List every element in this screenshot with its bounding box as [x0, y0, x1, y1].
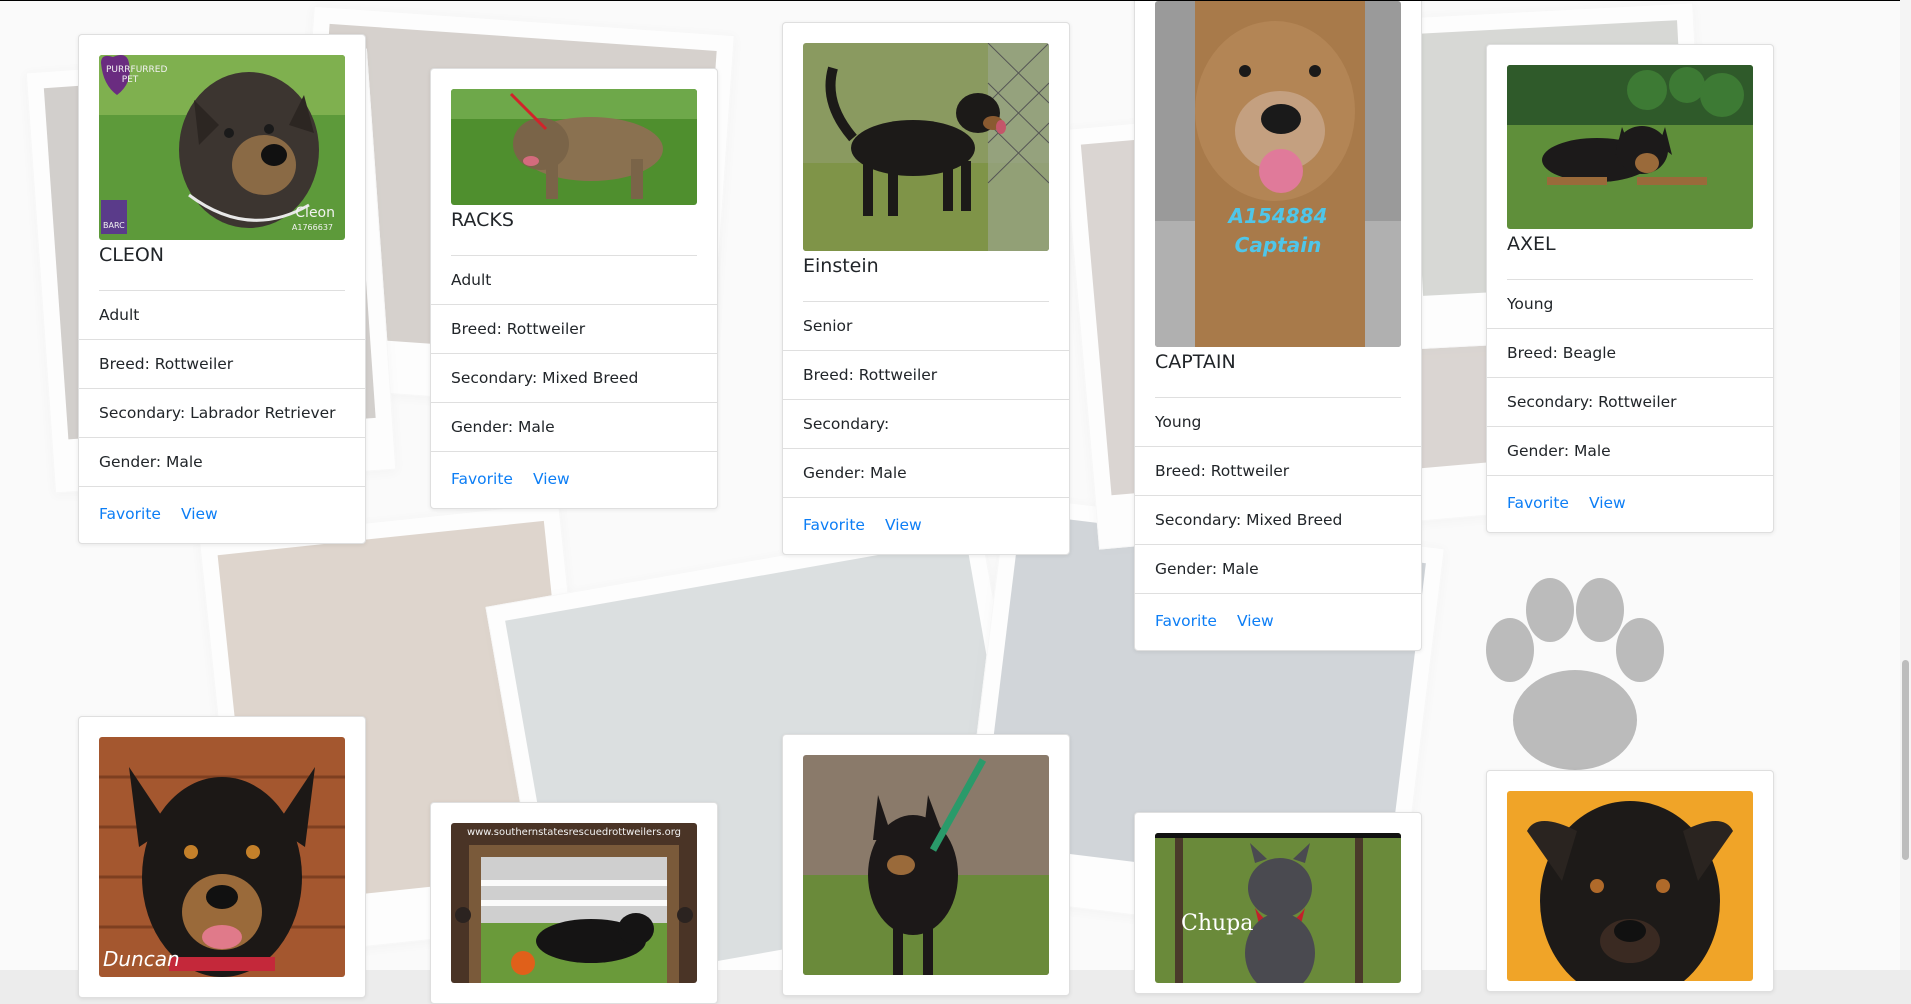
pet-photo[interactable]: www.southernstatesrescuedrottweilers.org: [451, 823, 697, 983]
favorite-link[interactable]: Favorite: [803, 516, 865, 534]
pet-name: CLEON: [99, 244, 345, 291]
photo-caption: Captain: [1234, 233, 1322, 257]
pet-photo[interactable]: [1507, 791, 1753, 981]
scrollbar-thumb[interactable]: [1902, 660, 1909, 860]
view-link[interactable]: View: [885, 516, 922, 534]
view-link[interactable]: View: [1589, 494, 1626, 512]
pet-card: RACKS Adult Breed: Rottweiler Secondary:…: [430, 68, 718, 509]
pet-card: Duncan: [78, 716, 366, 998]
pet-name: AXEL: [1507, 233, 1753, 280]
pet-breed: Breed: Rottweiler: [431, 305, 717, 354]
pet-card: Einstein Senior Breed: Rottweiler Second…: [782, 22, 1070, 555]
photo-badge: PURRFURRED PET: [106, 65, 168, 85]
pet-breed: Breed: Beagle: [1487, 329, 1773, 378]
pet-age: Senior: [783, 302, 1069, 351]
pet-breed: Breed: Rottweiler: [79, 340, 365, 389]
pet-photo[interactable]: [803, 755, 1049, 975]
scrollbar[interactable]: [1900, 0, 1911, 970]
photo-caption: Cleon: [295, 205, 335, 221]
card-actions: Favorite View: [783, 498, 1069, 554]
pet-photo[interactable]: Duncan: [99, 737, 345, 977]
pet-gender: Gender: Male: [79, 438, 365, 487]
pet-card: [1486, 770, 1774, 992]
pet-age: Adult: [431, 256, 717, 305]
photo-caption: Duncan: [103, 947, 180, 971]
pet-name: CAPTAIN: [1155, 351, 1401, 398]
pet-secondary-breed: Secondary: Mixed Breed: [431, 354, 717, 403]
pet-name: RACKS: [451, 209, 697, 256]
pet-card: A154884 Captain CAPTAIN Young Breed: Rot…: [1134, 0, 1422, 651]
card-actions: Favorite View: [79, 487, 365, 543]
pet-age: Adult: [79, 291, 365, 340]
photo-caption: Chupa: [1181, 911, 1254, 936]
favorite-link[interactable]: Favorite: [99, 505, 161, 523]
paw-print-icon: [1486, 578, 1664, 770]
card-actions: Favorite View: [1487, 476, 1773, 532]
pet-card: Chupa: [1134, 812, 1422, 994]
pet-photo[interactable]: A154884 Captain: [1155, 1, 1401, 347]
pet-secondary-breed: Secondary:: [783, 400, 1069, 449]
pet-card: www.southernstatesrescuedrottweilers.org: [430, 802, 718, 1004]
photo-banner: www.southernstatesrescuedrottweilers.org: [466, 827, 682, 838]
pet-age: Young: [1487, 280, 1773, 329]
card-actions: Favorite View: [1135, 594, 1421, 650]
top-border: [0, 0, 1911, 1]
favorite-link[interactable]: Favorite: [451, 470, 513, 488]
favorite-link[interactable]: Favorite: [1507, 494, 1569, 512]
pet-photo[interactable]: PURRFURRED PET BARC Cleon A1766637: [99, 55, 345, 240]
pet-photo[interactable]: Chupa: [1155, 833, 1401, 983]
pet-gender: Gender: Male: [783, 449, 1069, 498]
pet-gender: Gender: Male: [1487, 427, 1773, 476]
view-link[interactable]: View: [1237, 612, 1274, 630]
pet-secondary-breed: Secondary: Rottweiler: [1487, 378, 1773, 427]
pet-name: Einstein: [803, 255, 1049, 302]
view-link[interactable]: View: [533, 470, 570, 488]
pet-age: Young: [1135, 398, 1421, 447]
view-link[interactable]: View: [181, 505, 218, 523]
photo-id: A154884: [1228, 204, 1328, 228]
pet-breed: Breed: Rottweiler: [783, 351, 1069, 400]
pet-card: [782, 734, 1070, 996]
pet-card: PURRFURRED PET BARC Cleon A1766637 CLEON…: [78, 34, 366, 544]
photo-logo: BARC: [103, 221, 125, 230]
pet-gender: Gender: Male: [1135, 545, 1421, 594]
pet-secondary-breed: Secondary: Labrador Retriever: [79, 389, 365, 438]
card-actions: Favorite View: [431, 452, 717, 508]
pet-gender: Gender: Male: [431, 403, 717, 452]
favorite-link[interactable]: Favorite: [1155, 612, 1217, 630]
pet-breed: Breed: Rottweiler: [1135, 447, 1421, 496]
pet-secondary-breed: Secondary: Mixed Breed: [1135, 496, 1421, 545]
pet-photo[interactable]: [451, 89, 697, 205]
pet-photo[interactable]: [1507, 65, 1753, 229]
photo-id: A1766637: [291, 223, 333, 232]
pet-photo[interactable]: [803, 43, 1049, 251]
pet-card: AXEL Young Breed: Beagle Secondary: Rott…: [1486, 44, 1774, 533]
